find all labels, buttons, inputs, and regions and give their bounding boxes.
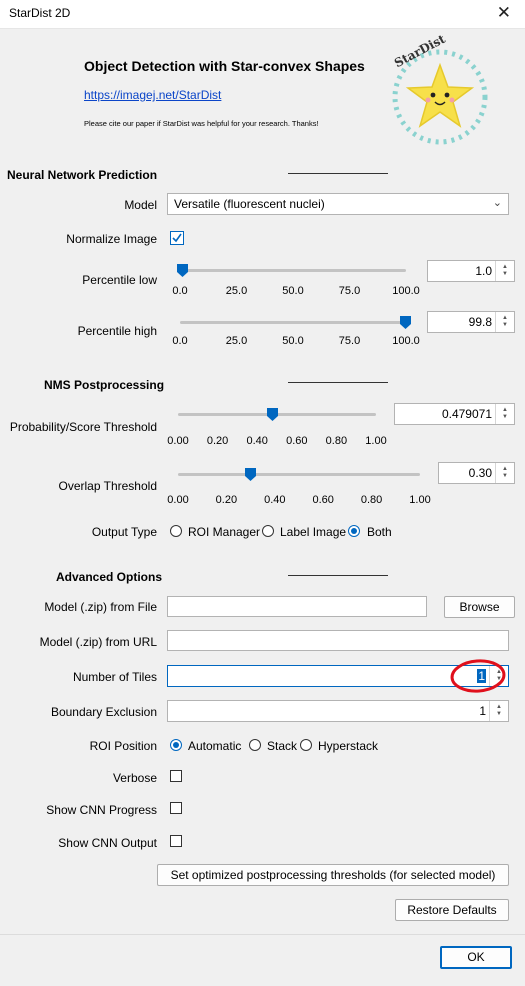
boundary-exclusion-spinner[interactable]: 1 ▲ ▼ — [167, 700, 509, 722]
show-cnn-output-checkbox[interactable] — [170, 835, 182, 847]
percentile-high-tick-label: 100.0 — [392, 335, 420, 347]
percentile-high-tick-label: 0.0 — [172, 335, 188, 347]
model-select-value: Versatile (fluorescent nuclei) — [174, 197, 325, 211]
show-cnn-progress-label: Show CNN Progress — [46, 803, 157, 817]
roi-option-hyperstack: Hyperstack — [318, 739, 379, 753]
percentile-low-value: 1.0 — [475, 264, 492, 278]
probability-tick-label: 0.00 — [167, 435, 189, 447]
probability-value: 0.479071 — [441, 407, 492, 421]
normalize-label: Normalize Image — [66, 232, 157, 246]
percentile-low-tick-label: 0.0 — [172, 285, 188, 297]
output-option-label-image: Label Image — [280, 525, 347, 539]
overlap-tick-label: 1.00 — [409, 494, 431, 506]
percentile-low-tick-label: 50.0 — [282, 285, 304, 297]
spinner-arrows-icon[interactable]: ▲ ▼ — [495, 404, 514, 424]
show-cnn-output-label: Show CNN Output — [58, 836, 157, 850]
percentile-high-value: 99.8 — [468, 315, 492, 329]
stardist-link[interactable]: https://imagej.net/StarDist — [84, 88, 221, 102]
roi-option-stack: Stack — [267, 739, 298, 753]
percentile-high-tick-label: 75.0 — [338, 335, 361, 347]
output-option-both: Both — [367, 525, 392, 539]
percentile-high-spinner[interactable]: 99.8 ▲ ▼ — [427, 311, 515, 333]
verbose-label: Verbose — [112, 771, 157, 785]
probability-threshold-label: Probability/Score Threshold — [9, 420, 157, 434]
window-titlebar: StarDist 2D ✕ — [0, 0, 525, 29]
spinner-arrows-icon[interactable]: ▲ ▼ — [495, 261, 514, 281]
nms-separator — [288, 382, 388, 383]
overlap-track[interactable] — [178, 473, 420, 476]
show-cnn-progress-checkbox[interactable] — [170, 802, 182, 814]
normalize-checkbox[interactable] — [170, 231, 184, 245]
percentile-low-tick-label: 25.0 — [225, 285, 248, 297]
model-file-input[interactable] — [167, 596, 427, 617]
roi-radio-automatic[interactable] — [170, 739, 182, 751]
red-circle-annotation — [450, 659, 506, 693]
percentile-low-track[interactable] — [180, 269, 406, 272]
citation-note: Please cite our paper if StarDist was he… — [84, 119, 319, 128]
percentile-low-tick-label: 100.0 — [392, 285, 420, 297]
overlap-value: 0.30 — [468, 466, 492, 480]
probability-tick-label: 0.40 — [246, 435, 268, 447]
output-option-roi-manager: ROI Manager — [188, 525, 261, 539]
chevron-down-icon: ⌄ — [492, 197, 502, 209]
model-file-label: Model (.zip) from File — [44, 600, 157, 614]
overlap-slider-thumb[interactable] — [245, 468, 257, 481]
overlap-tick-label: 0.00 — [167, 494, 189, 506]
percentile-high-tick-label: 25.0 — [225, 335, 248, 347]
window-title: StarDist 2D — [9, 6, 71, 20]
overlap-spinner[interactable]: 0.30 ▲ ▼ — [438, 462, 515, 484]
percentile-low-spinner[interactable]: 1.0 ▲ ▼ — [427, 260, 515, 282]
roi-position-label: ROI Position — [89, 739, 157, 753]
dialog-title: Object Detection with Star-convex Shapes — [84, 58, 365, 74]
nn-separator — [288, 173, 388, 174]
model-url-input[interactable] — [167, 630, 509, 651]
restore-defaults-button[interactable]: Restore Defaults — [395, 899, 509, 921]
percentile-low-slider-thumb[interactable] — [176, 264, 188, 277]
probability-tick-label: 1.00 — [365, 435, 387, 447]
probability-slider-thumb[interactable] — [267, 408, 279, 421]
percentile-high-track[interactable] — [180, 321, 406, 324]
probability-tick-label: 0.80 — [325, 435, 348, 447]
percentile-low-label: Percentile low — [82, 273, 157, 287]
optimized-thresholds-button[interactable]: Set optimized postprocessing thresholds … — [157, 864, 509, 886]
output-radio-label-image[interactable] — [262, 525, 274, 537]
percentile-high-label: Percentile high — [77, 324, 157, 338]
overlap-tick-label: 0.60 — [312, 494, 334, 506]
probability-tick-label: 0.20 — [206, 435, 229, 447]
roi-radio-hyperstack[interactable] — [300, 739, 312, 751]
roi-option-automatic: Automatic — [188, 739, 242, 753]
probability-tick-label: 0.60 — [286, 435, 308, 447]
close-icon[interactable]: ✕ — [497, 3, 511, 23]
spinner-arrows-icon[interactable]: ▲ ▼ — [495, 463, 514, 483]
overlap-threshold-label: Overlap Threshold — [58, 479, 158, 493]
number-of-tiles-label: Number of Tiles — [72, 670, 157, 684]
boundary-exclusion-value: 1 — [479, 704, 486, 718]
advanced-separator — [288, 575, 388, 576]
overlap-tick-label: 0.20 — [215, 494, 238, 506]
nms-heading: NMS Postprocessing — [44, 378, 165, 392]
overlap-tick-label: 0.80 — [360, 494, 383, 506]
percentile-high-tick-label: 50.0 — [282, 335, 304, 347]
nn-heading: Neural Network Prediction — [7, 168, 158, 182]
model-label: Model — [124, 198, 157, 212]
browse-button[interactable]: Browse — [444, 596, 515, 618]
overlap-tick-label: 0.40 — [264, 494, 286, 506]
probability-spinner[interactable]: 0.479071 ▲ ▼ — [394, 403, 515, 425]
spinner-arrows-icon[interactable]: ▲ ▼ — [489, 701, 508, 721]
output-radio-both[interactable] — [348, 525, 360, 537]
percentile-high-slider-thumb[interactable] — [400, 316, 412, 329]
advanced-heading: Advanced Options — [56, 570, 163, 584]
model-url-label: Model (.zip) from URL — [39, 635, 157, 649]
output-radio-roi-manager[interactable] — [170, 525, 182, 537]
ok-button[interactable]: OK — [440, 946, 512, 969]
percentile-low-tick-label: 75.0 — [338, 285, 361, 297]
spinner-arrows-icon[interactable]: ▲ ▼ — [495, 312, 514, 332]
verbose-checkbox[interactable] — [170, 770, 182, 782]
roi-radio-stack[interactable] — [249, 739, 261, 751]
output-type-label: Output Type — [91, 525, 157, 539]
boundary-exclusion-label: Boundary Exclusion — [50, 705, 157, 719]
model-select[interactable]: Versatile (fluorescent nuclei) ⌄ — [167, 193, 509, 215]
